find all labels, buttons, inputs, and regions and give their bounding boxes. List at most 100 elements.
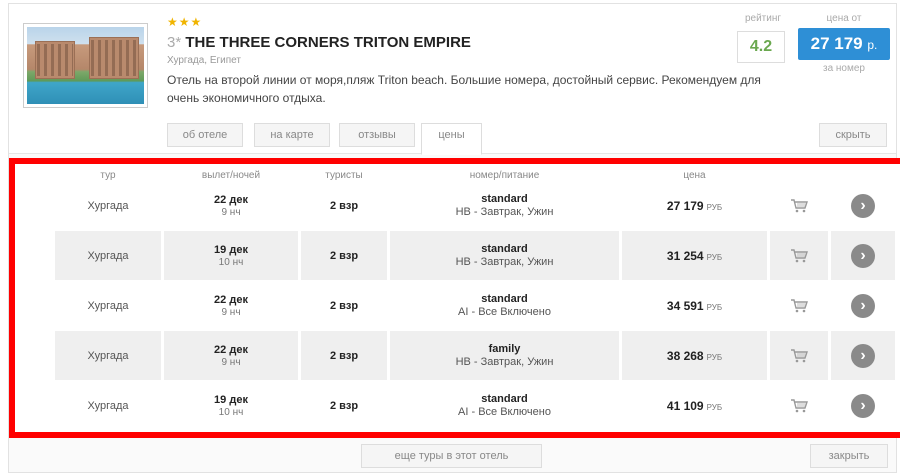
tours-table-highlight: тур вылет/ночей туристы номер/питание це… <box>9 158 900 438</box>
row-resort: Хургада <box>55 331 161 380</box>
row-room-meal: standard HB - Завтрак, Ужин <box>390 231 619 280</box>
price-from-button[interactable]: 27 179 р. <box>798 28 890 60</box>
row-price: 27 179 РУБ <box>622 181 767 230</box>
star-rating: ★★★ <box>167 15 203 29</box>
hotel-image <box>27 27 144 104</box>
go-button[interactable]: › <box>831 331 895 380</box>
row-price: 38 268 РУБ <box>622 331 767 380</box>
row-room-meal: standard AI - Все Включено <box>390 281 619 330</box>
row-price-value: 34 591 <box>666 298 704 313</box>
tab-about[interactable]: об отеле <box>167 123 243 147</box>
row-room: standard <box>481 193 528 205</box>
row-currency: РУБ <box>706 402 723 412</box>
rating-label: рейтинг <box>744 13 782 24</box>
table-row[interactable]: Хургада 22 дек 9 нч 2 взр standard HB - За… <box>55 181 895 230</box>
row-nights: 9 нч <box>221 356 241 368</box>
go-button[interactable]: › <box>831 281 895 330</box>
table-row[interactable]: Хургада 19 дек 10 нч 2 взр standard AI - В… <box>55 381 895 430</box>
hotel-description: Отель на второй линии от моря,пляж Trito… <box>167 73 761 105</box>
row-departure: 22 дек 9 нч <box>164 181 298 230</box>
cart-icon <box>791 248 808 262</box>
price-currency: р. <box>867 38 878 52</box>
row-room: standard <box>481 393 528 405</box>
row-departure: 19 дек 10 нч <box>164 381 298 430</box>
row-price: 41 109 РУБ <box>622 381 767 430</box>
row-meal: HB - Завтрак, Ужин <box>455 356 554 368</box>
arrow-right-icon: › <box>851 243 875 268</box>
row-date: 22 дек <box>214 343 248 356</box>
hotel-location: Хургада, Египет <box>167 55 241 66</box>
row-currency: РУБ <box>706 202 723 212</box>
tab-reviews[interactable]: отзывы <box>339 123 415 147</box>
row-price-value: 27 179 <box>666 198 704 213</box>
header-departure: вылет/ночей <box>201 170 261 181</box>
cart-button[interactable] <box>770 331 828 380</box>
row-room: standard <box>481 243 528 255</box>
cart-button[interactable] <box>770 231 828 280</box>
cart-button[interactable] <box>770 181 828 230</box>
hide-button[interactable]: скрыть <box>819 123 887 147</box>
go-button[interactable]: › <box>831 381 895 430</box>
row-nights: 10 нч <box>218 406 244 418</box>
cart-button[interactable] <box>770 381 828 430</box>
cart-icon <box>791 298 808 312</box>
row-departure: 22 дек 9 нч <box>164 281 298 330</box>
go-button[interactable]: › <box>831 181 895 230</box>
row-room-meal: standard AI - Все Включено <box>390 381 619 430</box>
header-tourists: туристы <box>325 170 363 181</box>
row-tourists: 2 взр <box>329 399 359 412</box>
tab-prices[interactable]: цены <box>421 123 482 155</box>
row-date: 22 дек <box>214 293 248 306</box>
hotel-name[interactable]: THE THREE CORNERS TRITON EMPIRE <box>185 34 471 51</box>
row-departure: 22 дек 9 нч <box>164 331 298 380</box>
row-tourists: 2 взр <box>301 231 387 280</box>
row-meal: HB - Завтрак, Ужин <box>455 206 554 218</box>
hotel-title[interactable]: 3* THE THREE CORNERS TRITON EMPIRE <box>167 34 471 51</box>
row-nights: 10 нч <box>218 256 244 268</box>
row-resort: Хургада <box>55 231 161 280</box>
go-button[interactable]: › <box>831 231 895 280</box>
row-price: 34 591 РУБ <box>622 281 767 330</box>
row-tourists: 2 взр <box>329 299 359 312</box>
row-date: 19 дек <box>214 393 248 406</box>
row-resort: Хургада <box>87 399 129 412</box>
row-meal: AI - Все Включено <box>458 406 551 418</box>
hotel-photo[interactable] <box>23 23 148 108</box>
row-price-value: 41 109 <box>666 398 704 413</box>
hotel-class: 3* <box>167 34 182 51</box>
header-tur: тур <box>100 170 116 181</box>
row-room-meal: family HB - Завтрак, Ужин <box>390 331 619 380</box>
table-row[interactable]: Хургада 19 дек 10 нч 2 взр standard HB - З… <box>55 231 895 280</box>
row-resort: Хургада <box>87 299 129 312</box>
close-button[interactable]: закрыть <box>810 444 888 468</box>
row-departure: 19 дек 10 нч <box>164 231 298 280</box>
row-tourists: 2 взр <box>329 199 359 212</box>
hotel-header: ★★★ 3* THE THREE CORNERS TRITON EMPIRE Х… <box>9 4 896 155</box>
arrow-right-icon: › <box>851 193 875 218</box>
row-room: family <box>488 343 521 355</box>
per-room-label: за номер <box>822 63 865 74</box>
more-tours-button[interactable]: еще туры в этот отель <box>361 444 542 468</box>
row-price: 31 254 РУБ <box>622 231 767 280</box>
row-date: 19 дек <box>214 243 248 256</box>
header-price: цена <box>683 170 706 181</box>
cart-button[interactable] <box>770 281 828 330</box>
cart-icon <box>791 398 808 412</box>
arrow-right-icon: › <box>851 393 875 418</box>
row-currency: РУБ <box>706 352 723 362</box>
price-from-value: 27 179 <box>810 34 863 53</box>
row-resort: Хургада <box>87 199 129 212</box>
row-price-value: 38 268 <box>666 348 704 363</box>
row-room: standard <box>481 293 528 305</box>
price-from-label: цена от <box>826 13 862 24</box>
table-row[interactable]: Хургада 22 дек 9 нч 2 взр standard AI - Вс… <box>55 281 895 330</box>
table-row[interactable]: Хургада 22 дек 9 нч 2 взр family HB - Завт… <box>55 331 895 380</box>
tab-map[interactable]: на карте <box>254 123 330 147</box>
row-meal: HB - Завтрак, Ужин <box>455 256 554 268</box>
arrow-right-icon: › <box>851 343 875 368</box>
row-nights: 9 нч <box>221 206 241 218</box>
cart-icon <box>791 198 808 212</box>
row-currency: РУБ <box>706 252 723 262</box>
cart-icon <box>791 348 808 362</box>
arrow-right-icon: › <box>851 293 875 318</box>
